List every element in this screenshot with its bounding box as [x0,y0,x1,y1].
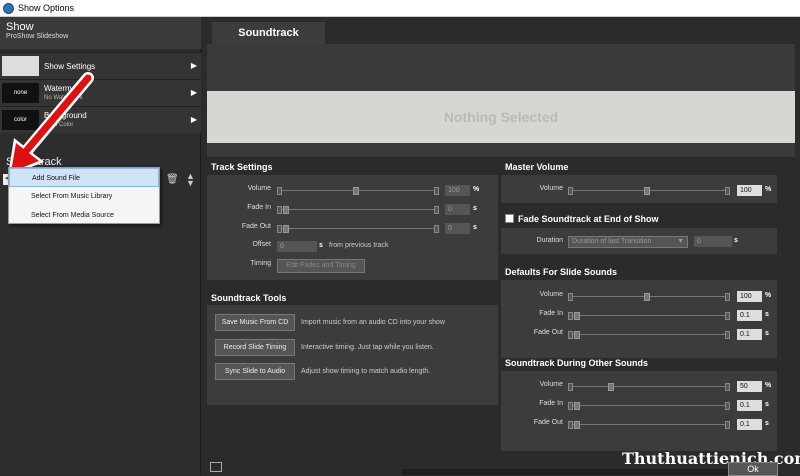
other-fadein-label: Fade In [539,400,563,407]
show-title: Show [6,21,34,33]
offset-label: Offset [252,241,271,248]
duration-select-value: Duration of last Transition [572,238,652,245]
offset-unit: s [319,242,323,249]
preview-panel: ▶ preview ▭ editor Nothing Selected [207,44,795,157]
track-volume-slider[interactable] [277,185,439,197]
master-volume-input[interactable]: 100 [737,185,762,196]
track-settings-box: Volume 100 % Fade In 0 s Fade Out 0 s Of… [207,175,498,280]
defaults-title: Defaults For Slide Sounds [505,267,618,277]
timing-label: Timing [250,260,271,267]
duration-label: Duration [536,237,563,244]
panel-toggle-icon[interactable] [210,462,222,472]
defaults-volume-slider[interactable] [568,291,730,303]
add-dropdown-menu: Add Sound File Select From Music Library… [8,167,160,224]
other-fadein-input[interactable]: 0.1 [737,400,762,411]
sync-slide-audio-button[interactable]: Sync Slide to Audio [215,363,295,380]
track-settings-title: Track Settings [211,162,273,172]
other-fadeout-label: Fade Out [533,419,563,426]
defaults-fadeout-input[interactable]: 0.1 [737,329,762,340]
defaults-fadein-input[interactable]: 0.1 [737,310,762,321]
track-fadein-unit: s [473,205,477,212]
save-music-cd-button[interactable]: Save Music From CD [215,314,295,331]
app-icon [3,3,14,14]
master-volume-title: Master Volume [505,162,569,172]
window-title: Show Options [18,3,75,13]
sidebar-item-label: Show Settings [44,62,96,71]
defaults-volume-unit: % [765,292,772,299]
other-sounds-box: Volume 50 % Fade In 0.1 s Fade Out 0.1 s [501,371,777,451]
master-volume-unit: % [765,186,772,193]
tab-soundtrack[interactable]: Soundtrack [212,22,325,44]
other-volume-label: Volume [539,381,563,388]
trash-icon[interactable]: 🗑 [166,174,179,185]
defaults-fadeout-slider[interactable] [568,329,730,341]
other-fadeout-slider[interactable] [568,419,730,431]
record-slide-timing-button[interactable]: Record Slide Timing [215,339,295,356]
defaults-volume-input[interactable]: 100 [737,291,762,302]
track-fadein-label: Fade In [247,204,271,211]
tools-title: Soundtrack Tools [211,293,287,303]
show-subtitle: ProShow Slideshow [6,33,69,40]
reorder-icon[interactable]: ▲ ▼ [186,172,195,188]
defaults-fadein-unit: s [765,311,769,318]
chevron-right-icon: ▶ [190,61,197,70]
master-volume-label: Volume [539,185,563,192]
other-volume-unit: % [765,382,772,389]
offset-suffix: from previous track [329,242,389,249]
offset-input[interactable]: 0 [277,241,317,252]
record-slide-timing-desc: Interactive timing. Just tap while you l… [301,344,434,351]
chevron-down-icon: ▼ [677,238,684,245]
other-fadeout-unit: s [765,420,769,427]
ok-button[interactable]: Ok [728,462,778,476]
other-volume-slider[interactable] [568,381,730,393]
show-header[interactable]: Show ProShow Slideshow [0,17,201,49]
other-fadeout-input[interactable]: 0.1 [737,419,762,430]
fade-end-checkbox[interactable] [505,214,514,223]
sync-slide-audio-desc: Adjust show timing to match audio length… [301,368,431,375]
defaults-volume-label: Volume [539,291,563,298]
fade-end-box: Duration Duration of last Transition ▼ 0… [501,228,777,254]
other-fadein-unit: s [765,401,769,408]
defaults-fadein-slider[interactable] [568,310,730,322]
track-volume-unit: % [473,186,480,193]
defaults-box: Volume 100 % Fade In 0.1 s Fade Out 0.1 … [501,280,777,358]
track-fadeout-input[interactable]: 0 [445,223,470,234]
duration-select[interactable]: Duration of last Transition ▼ [568,236,688,248]
menu-item-select-music-library[interactable]: Select From Music Library [9,187,159,206]
chevron-right-icon: ▶ [190,115,197,124]
chevron-right-icon: ▶ [190,88,197,97]
sidebar: Show ProShow Slideshow Show Settings ▶ n… [0,17,201,475]
horizontal-scrollbar[interactable] [402,469,732,475]
track-fadein-slider[interactable] [277,204,439,216]
other-volume-input[interactable]: 50 [737,381,762,392]
track-volume-label: Volume [247,185,271,192]
track-fadeout-unit: s [473,224,477,231]
tools-box: Save Music From CD Import music from an … [207,305,498,405]
duration-input[interactable]: 0 [694,236,732,247]
fade-end-title: Fade Soundtrack at End of Show [518,214,659,224]
menu-item-add-sound-file[interactable]: Add Sound File [9,168,159,187]
other-fadein-slider[interactable] [568,400,730,412]
save-music-cd-desc: Import music from an audio CD into your … [301,319,445,326]
nothing-selected-area: Nothing Selected [207,91,795,143]
other-sounds-title: Soundtrack During Other Sounds [505,358,649,368]
track-fadeout-slider[interactable] [277,223,439,235]
main-panel: Soundtrack ▶ preview ▭ editor Nothing Se… [202,17,800,476]
defaults-fadeout-unit: s [765,330,769,337]
master-volume-slider[interactable] [568,185,730,197]
edit-fades-timing-button[interactable]: Edit Fades and Timing [277,259,365,273]
defaults-fadeout-label: Fade Out [533,329,563,336]
defaults-fadein-label: Fade In [539,310,563,317]
menu-item-select-media-source[interactable]: Select From Media Source [9,206,159,225]
title-bar: Show Options [0,0,800,17]
duration-unit: s [734,237,738,244]
master-volume-box: Volume 100 % [501,175,777,203]
track-fadein-input[interactable]: 0 [445,204,470,215]
track-fadeout-label: Fade Out [241,223,271,230]
track-volume-input[interactable]: 100 [445,185,470,196]
